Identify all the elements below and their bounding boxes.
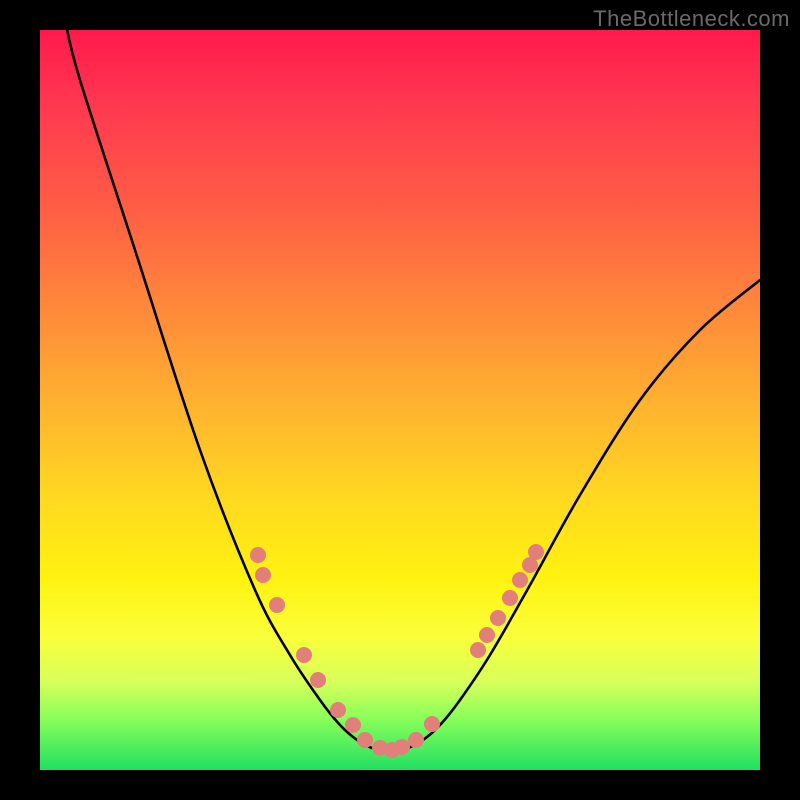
chart-container: TheBottleneck.com (0, 0, 800, 800)
marker-dot (357, 732, 373, 748)
marker-dot (345, 717, 361, 733)
marker-dot (490, 610, 506, 626)
marker-dots (250, 544, 544, 758)
marker-dot (470, 642, 486, 658)
marker-dot (250, 547, 266, 563)
curve-svg (40, 30, 760, 770)
marker-dot (310, 672, 326, 688)
marker-dot (394, 739, 410, 755)
marker-dot (255, 567, 271, 583)
marker-dot (502, 590, 518, 606)
marker-dot (479, 627, 495, 643)
marker-dot (330, 702, 346, 718)
bottleneck-curve (65, 20, 760, 752)
marker-dot (424, 716, 440, 732)
watermark-text: TheBottleneck.com (593, 6, 790, 32)
marker-dot (269, 597, 285, 613)
plot-area (40, 30, 760, 770)
marker-dot (408, 732, 424, 748)
marker-dot (512, 572, 528, 588)
marker-dot (528, 544, 544, 560)
marker-dot (296, 647, 312, 663)
